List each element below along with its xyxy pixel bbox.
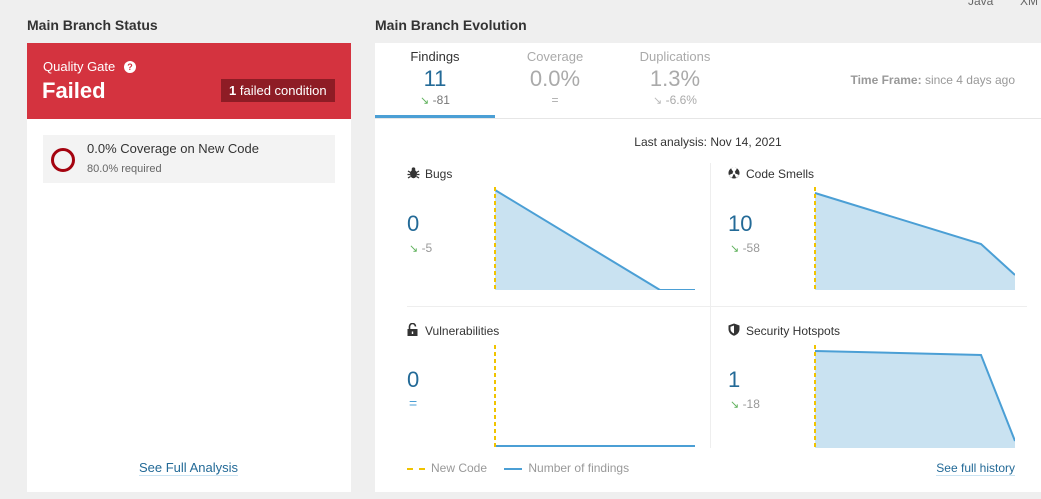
metric-security-hotspots-delta: -18 — [742, 397, 760, 411]
tab-findings-label: Findings — [410, 49, 460, 64]
tab-findings-delta: -81 — [432, 93, 450, 107]
failed-condition-item[interactable]: 0.0% Coverage on New Code 80.0% required — [43, 135, 335, 183]
main-branch-status-panel: Quality Gate ? Failed 1 failed condition… — [27, 43, 351, 492]
metric-security-hotspots-label: Security Hotspots — [746, 324, 841, 338]
trend-down-icon: ↘ — [409, 243, 419, 255]
tab-duplications-value: 1.3% — [649, 66, 701, 91]
quality-gate-header: Quality Gate ? Failed 1 failed condition — [27, 43, 351, 119]
vulnerabilities-sparkline — [494, 345, 695, 448]
shield-icon — [728, 323, 742, 338]
help-icon[interactable]: ? — [124, 61, 136, 73]
metric-bugs-delta-row: ↘ -5 — [409, 241, 432, 255]
tab-duplications-label: Duplications — [639, 49, 711, 64]
last-analysis-date: Last analysis: Nov 14, 2021 — [634, 135, 782, 149]
trend-down-icon: ↘ — [730, 399, 740, 411]
metric-security-hotspots-header: Security Hotspots — [728, 323, 840, 338]
metric-bugs-delta: -5 — [421, 241, 433, 255]
tabs-divider — [375, 118, 1041, 119]
see-full-analysis-link[interactable]: See Full Analysis — [139, 460, 238, 476]
metric-code-smells-label: Code Smells — [746, 167, 815, 181]
tab-coverage[interactable]: Coverage 0.0% = — [495, 43, 615, 119]
security-hotspots-sparkline — [814, 345, 1015, 448]
findings-swatch — [504, 467, 523, 470]
legend-new-code: New Code — [407, 461, 487, 475]
condition-required: 80.0% required — [87, 163, 162, 175]
metric-bugs[interactable]: Bugs 0 ↘ -5 — [407, 167, 697, 297]
metric-code-smells-value: 10 — [728, 211, 753, 236]
metric-code-smells-delta: -58 — [742, 241, 760, 255]
tab-findings[interactable]: Findings 11 ↘ -81 — [375, 43, 495, 119]
language-label-xml: XM — [1020, 0, 1038, 8]
failed-conditions-text: failed condition — [239, 83, 327, 98]
metric-vulnerabilities[interactable]: Vulnerabilities 0 = — [407, 322, 697, 453]
quality-gate-status: Failed — [42, 78, 106, 103]
time-frame-value: since 4 days ago — [924, 73, 1015, 87]
new-code-swatch — [407, 467, 425, 470]
main-branch-evolution-title: Main Branch Evolution — [375, 17, 527, 33]
lock-icon — [407, 322, 421, 338]
quality-gate-label: Quality Gate — [43, 59, 116, 74]
tab-findings-delta-row: ↘ -81 — [375, 93, 495, 107]
metric-security-hotspots-value: 1 — [728, 367, 741, 392]
language-label-java: Java — [968, 0, 994, 8]
time-frame-label: Time Frame: — [850, 73, 922, 87]
see-full-history-link[interactable]: See full history — [936, 461, 1015, 476]
metric-vulnerabilities-delta-row: = — [409, 395, 417, 411]
failed-conditions-count: 1 — [229, 83, 237, 98]
tab-duplications[interactable]: Duplications 1.3% ↘ -6.6% — [615, 43, 735, 119]
trend-down-icon: ↘ — [730, 243, 740, 255]
tab-findings-value: 11 — [423, 66, 447, 91]
tab-coverage-delta: = — [551, 93, 559, 107]
metric-security-hotspots[interactable]: Security Hotspots 1 ↘ -18 — [728, 323, 1018, 453]
metric-security-hotspots-delta-row: ↘ -18 — [730, 397, 760, 411]
main-branch-evolution-panel: Findings 11 ↘ -81 Coverage 0.0% = Duplic… — [375, 43, 1041, 492]
tab-duplications-delta-row: ↘ -6.6% — [615, 93, 735, 107]
bug-icon — [407, 167, 421, 181]
metric-vulnerabilities-delta: = — [409, 395, 418, 411]
metric-vulnerabilities-value: 0 — [407, 367, 420, 392]
metric-code-smells-delta-row: ↘ -58 — [730, 241, 760, 255]
time-frame: Time Frame: since 4 days ago — [850, 73, 1015, 87]
main-branch-status-title: Main Branch Status — [27, 17, 158, 33]
legend-findings-label: Number of findings — [528, 461, 630, 475]
tab-coverage-label: Coverage — [526, 49, 584, 64]
metric-vulnerabilities-header: Vulnerabilities — [407, 322, 500, 338]
condition-text: 0.0% Coverage on New Code — [87, 141, 259, 156]
metric-code-smells[interactable]: Code Smells 10 ↘ -58 — [728, 167, 1018, 297]
legend-findings: Number of findings — [504, 461, 629, 475]
chart-legend: New Code Number of findings — [407, 461, 643, 475]
bugs-sparkline — [494, 187, 695, 290]
metric-bugs-header: Bugs — [407, 167, 452, 181]
metric-code-smells-header: Code Smells — [728, 167, 814, 181]
metric-vulnerabilities-label: Vulnerabilities — [425, 324, 500, 338]
failed-conditions-badge: 1 failed condition — [221, 79, 335, 102]
tab-duplications-delta: -6.6% — [665, 93, 697, 107]
metric-bugs-label: Bugs — [425, 167, 453, 181]
metric-bugs-value: 0 — [407, 211, 420, 236]
tab-coverage-value: 0.0% — [529, 66, 581, 91]
radiation-icon — [728, 167, 742, 181]
code-smells-sparkline — [814, 187, 1015, 290]
trend-down-icon: ↘ — [420, 95, 430, 107]
trend-down-icon: ↘ — [653, 95, 663, 107]
legend-new-code-label: New Code — [431, 461, 488, 475]
metrics-horizontal-divider — [407, 306, 1027, 307]
coverage-ring-icon — [51, 148, 75, 172]
